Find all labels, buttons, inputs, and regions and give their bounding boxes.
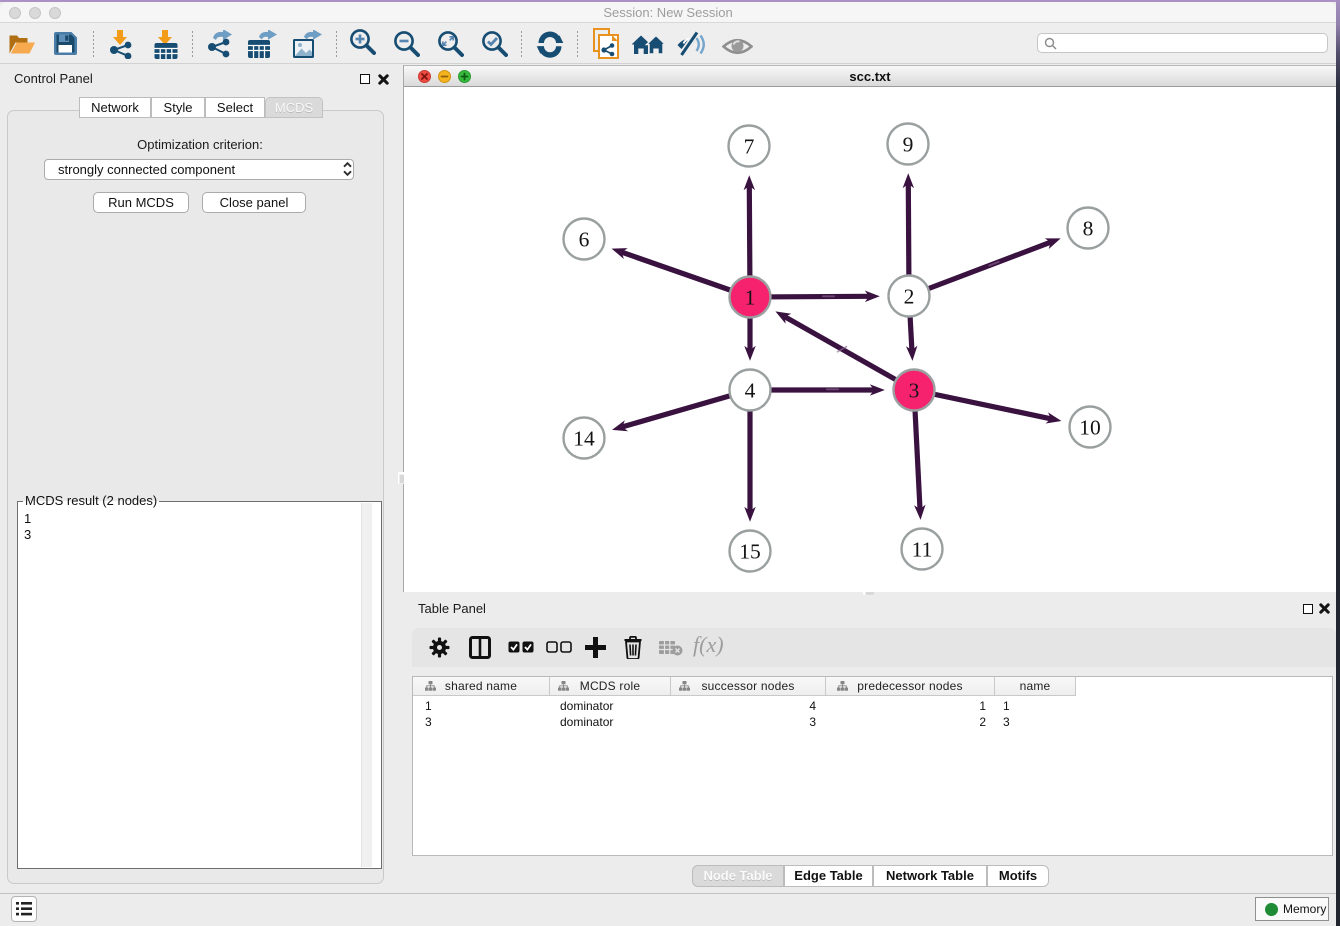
svg-text:4: 4 — [745, 379, 756, 403]
svg-text:8: 8 — [1083, 217, 1094, 241]
svg-text:1: 1 — [745, 286, 756, 310]
svg-text:6: 6 — [579, 228, 590, 252]
svg-text:9: 9 — [903, 133, 914, 157]
svg-text:11: 11 — [912, 538, 933, 562]
svg-text:2: 2 — [904, 285, 915, 309]
svg-text:10: 10 — [1079, 416, 1101, 440]
svg-text:15: 15 — [739, 540, 761, 564]
svg-text:3: 3 — [909, 379, 920, 403]
svg-text:7: 7 — [744, 135, 755, 159]
svg-text:14: 14 — [573, 427, 595, 451]
